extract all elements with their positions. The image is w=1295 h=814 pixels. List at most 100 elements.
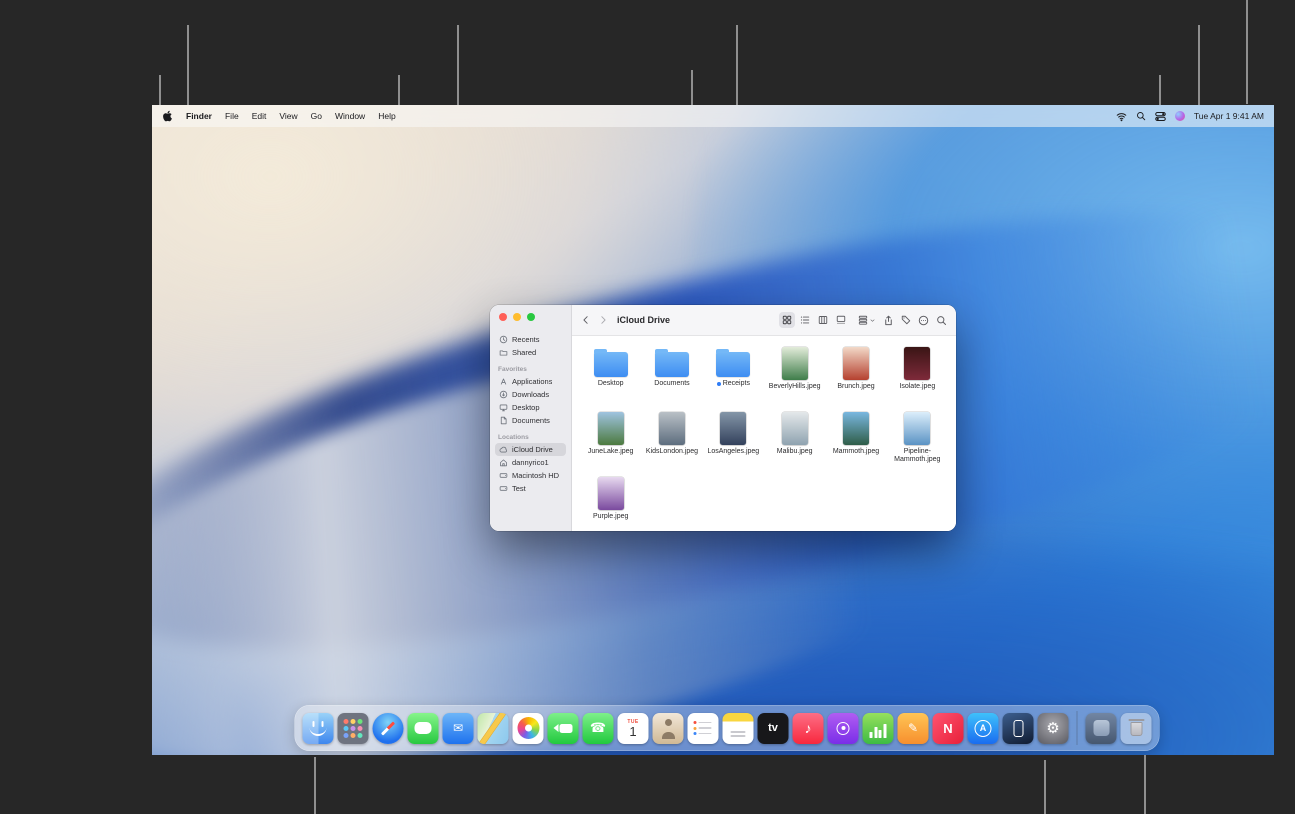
menu-file[interactable]: File [225, 111, 239, 121]
tags-button[interactable] [901, 315, 911, 325]
callout-line [187, 25, 189, 108]
dock-icon-messages[interactable] [408, 713, 439, 744]
view-icons-button[interactable] [779, 312, 795, 328]
sidebar-item-macintosh-hd[interactable]: Macintosh HD [495, 469, 566, 482]
sidebar-item-test[interactable]: Test [495, 482, 566, 495]
dock-icon-launchpad[interactable] [338, 713, 369, 744]
sidebar-item-dannyrico1[interactable]: dannyrico1 [495, 456, 566, 469]
sidebar-item-recents[interactable]: Recents [495, 333, 566, 346]
siri-icon[interactable] [1175, 111, 1185, 121]
dock-icon-finder[interactable] [303, 713, 334, 744]
file-name: Desktop [598, 380, 624, 388]
file-isolate-jpeg[interactable]: Isolate.jpeg [887, 344, 948, 406]
back-button[interactable] [581, 315, 591, 325]
dock-icon-photos[interactable] [513, 713, 544, 744]
callout-line [159, 75, 161, 108]
file-name: Isolate.jpeg [899, 383, 935, 391]
dock-icon-phone[interactable]: ☎ [583, 713, 614, 744]
file-beverlyhills-jpeg[interactable]: BeverlyHills.jpeg [764, 344, 825, 406]
file-name: Purple.jpeg [593, 513, 628, 521]
file-name: BeverlyHills.jpeg [769, 383, 821, 391]
group-by-button[interactable] [858, 315, 876, 325]
file-name: Mammoth.jpeg [833, 448, 879, 456]
file-losangeles-jpeg[interactable]: LosAngeles.jpeg [703, 409, 764, 471]
file-brunch-jpeg[interactable]: Brunch.jpeg [825, 344, 886, 406]
dock-icon-podcasts[interactable] [828, 713, 859, 744]
file-name: Brunch.jpeg [837, 383, 874, 391]
sidebar-item-desktop[interactable]: Desktop [495, 401, 566, 414]
dock-icon-tv[interactable]: tv [758, 713, 789, 744]
dock-icon-facetime[interactable] [548, 713, 579, 744]
dock-icon-numbers[interactable] [863, 713, 894, 744]
forward-button[interactable] [598, 315, 608, 325]
callout-line [1044, 760, 1046, 814]
file-desktop[interactable]: Desktop [580, 344, 641, 406]
file-purple-jpeg[interactable]: Purple.jpeg [580, 474, 641, 531]
file-grid: Desktop Documents Receipts BeverlyHills.jpe… [572, 336, 956, 531]
dock-icon-notes[interactable] [723, 713, 754, 744]
file-malibu-jpeg[interactable]: Malibu.jpeg [764, 409, 825, 471]
sidebar-item-shared[interactable]: Shared [495, 346, 566, 359]
dock-icon-trash[interactable] [1121, 713, 1152, 744]
sidebar-item-applications[interactable]: Applications [495, 375, 566, 388]
dock-icon-iphone-mirroring[interactable] [1003, 713, 1034, 744]
view-columns-button[interactable] [815, 312, 831, 328]
minimize-button[interactable] [513, 313, 521, 321]
menu-help[interactable]: Help [378, 111, 395, 121]
folder-icon [716, 352, 750, 377]
more-actions-button[interactable] [918, 315, 929, 326]
dock-icon-maps[interactable] [478, 713, 509, 744]
file-name: Pipeline-Mammoth.jpeg [887, 448, 947, 464]
dock-icon-safari[interactable] [373, 713, 404, 744]
file-kidslondon-jpeg[interactable]: KidsLondon.jpeg [641, 409, 702, 471]
control-center-icon[interactable] [1155, 111, 1166, 122]
dock-icon-system-settings[interactable]: ⚙ [1038, 713, 1069, 744]
file-pipeline-mammoth-jpeg[interactable]: Pipeline-Mammoth.jpeg [887, 409, 948, 471]
file-mammoth-jpeg[interactable]: Mammoth.jpeg [825, 409, 886, 471]
search-button[interactable] [936, 315, 947, 326]
dock: ✉ ☎TUE1 tv♪ ✎NA ⚙ [295, 705, 1160, 751]
applications-icon [499, 377, 508, 386]
file-junelake-jpeg[interactable]: JuneLake.jpeg [580, 409, 641, 471]
folder-icon [594, 352, 628, 377]
menu-window[interactable]: Window [335, 111, 365, 121]
sidebar-item-label: Downloads [512, 390, 549, 399]
image-thumbnail [598, 412, 624, 445]
view-list-button[interactable] [797, 312, 813, 328]
menu-go[interactable]: Go [311, 111, 322, 121]
menu-bar: Finder File Edit View Go Window Help Tue Apr 1… [152, 105, 1274, 127]
view-gallery-button[interactable] [833, 312, 849, 328]
file-receipts[interactable]: Receipts [703, 344, 764, 406]
image-thumbnail [904, 412, 930, 445]
dock-icon-news[interactable]: N [933, 713, 964, 744]
close-button[interactable] [499, 313, 507, 321]
image-thumbnail [659, 412, 685, 445]
dock-icon-calendar[interactable]: TUE1 [618, 713, 649, 744]
dock-icon-pages[interactable]: ✎ [898, 713, 929, 744]
sidebar-item-downloads[interactable]: Downloads [495, 388, 566, 401]
spotlight-icon[interactable] [1136, 111, 1146, 121]
zoom-button[interactable] [527, 313, 535, 321]
sidebar-item-label: Recents [512, 335, 540, 344]
hdd-icon [499, 471, 508, 480]
file-name: JuneLake.jpeg [588, 448, 634, 456]
file-documents[interactable]: Documents [641, 344, 702, 406]
share-button[interactable] [883, 315, 894, 326]
apple-menu-icon[interactable] [162, 110, 173, 122]
menu-edit[interactable]: Edit [252, 111, 267, 121]
file-name: Documents [654, 380, 689, 388]
dock-icon-app-store[interactable]: A [968, 713, 999, 744]
dock-icon-music[interactable]: ♪ [793, 713, 824, 744]
menu-bar-clock[interactable]: Tue Apr 1 9:41 AM [1194, 111, 1264, 121]
dock-icon-contacts[interactable] [653, 713, 684, 744]
wifi-icon[interactable] [1116, 111, 1127, 122]
dock-icon-mail[interactable]: ✉ [443, 713, 474, 744]
finder-window: RecentsSharedFavoritesApplicationsDownlo… [490, 305, 956, 531]
dock-icon-reminders[interactable] [688, 713, 719, 744]
image-thumbnail [782, 412, 808, 445]
menu-view[interactable]: View [279, 111, 297, 121]
dock-icon-downloads[interactable] [1086, 713, 1117, 744]
sidebar-item-documents[interactable]: Documents [495, 414, 566, 427]
sidebar-item-icloud-drive[interactable]: iCloud Drive [495, 443, 566, 456]
menu-finder[interactable]: Finder [186, 111, 212, 121]
